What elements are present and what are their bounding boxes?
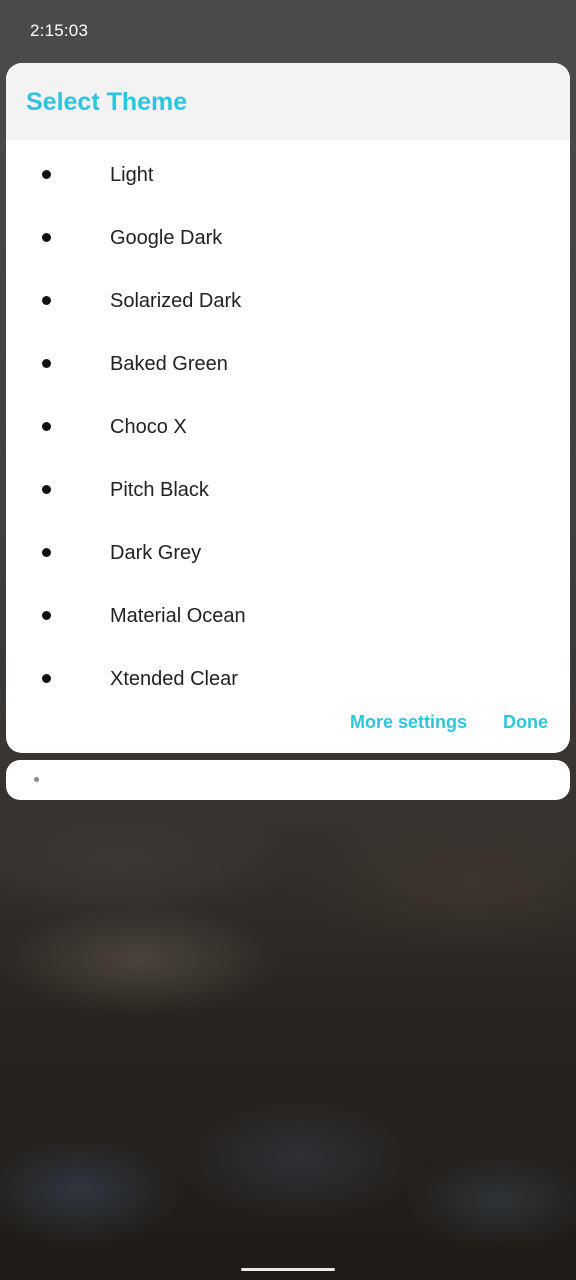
more-settings-button[interactable]: More settings — [350, 712, 467, 733]
theme-label: Baked Green — [110, 353, 228, 375]
bullet-icon — [42, 233, 51, 242]
bullet-icon — [42, 548, 51, 557]
bullet-icon — [42, 485, 51, 494]
theme-option-choco-x[interactable]: Choco X — [6, 392, 570, 455]
theme-label: Dark Grey — [110, 542, 202, 564]
dot-icon — [34, 777, 39, 782]
theme-label: Solarized Dark — [110, 290, 242, 312]
notification-card[interactable] — [6, 760, 570, 800]
theme-label: Material Ocean — [110, 605, 246, 627]
theme-label: Light — [110, 164, 154, 186]
theme-label: Xtended Clear — [110, 668, 238, 690]
bullet-icon — [42, 296, 51, 305]
theme-label: Google Dark — [110, 227, 223, 249]
gesture-nav-handle[interactable] — [241, 1268, 335, 1271]
theme-list: Light Google Dark Solarized Dark Baked G… — [6, 140, 570, 707]
bullet-icon — [42, 611, 51, 620]
dialog-header: Select Theme — [6, 63, 570, 140]
theme-option-material-ocean[interactable]: Material Ocean — [6, 581, 570, 644]
bullet-icon — [42, 170, 51, 179]
theme-option-google-dark[interactable]: Google Dark — [6, 203, 570, 266]
theme-option-solarized-dark[interactable]: Solarized Dark — [6, 266, 570, 329]
status-bar: 2:15:03 — [0, 0, 576, 64]
theme-label: Pitch Black — [110, 479, 209, 501]
theme-option-xtended-clear[interactable]: Xtended Clear — [6, 644, 570, 707]
theme-option-baked-green[interactable]: Baked Green — [6, 329, 570, 392]
theme-option-dark-grey[interactable]: Dark Grey — [6, 518, 570, 581]
theme-label: Choco X — [110, 416, 187, 438]
theme-option-light[interactable]: Light — [6, 140, 570, 203]
theme-option-pitch-black[interactable]: Pitch Black — [6, 455, 570, 518]
select-theme-dialog: Select Theme Light Google Dark Solarized… — [6, 63, 570, 753]
bullet-icon — [42, 359, 51, 368]
bullet-icon — [42, 674, 51, 683]
done-button[interactable]: Done — [503, 712, 548, 733]
status-time: 2:15:03 — [30, 21, 89, 40]
bullet-icon — [42, 422, 51, 431]
dialog-title: Select Theme — [26, 88, 188, 116]
